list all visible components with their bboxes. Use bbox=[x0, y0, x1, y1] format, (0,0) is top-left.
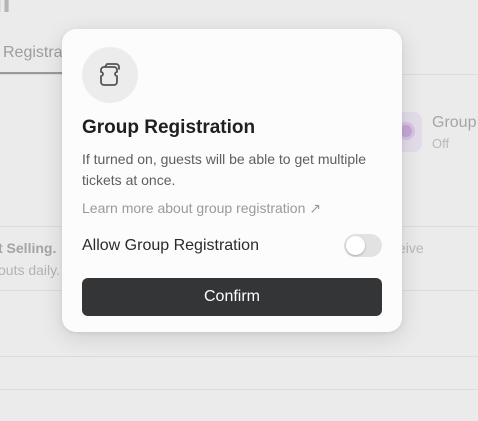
toggle-knob bbox=[346, 236, 365, 255]
allow-group-registration-toggle[interactable] bbox=[344, 234, 382, 257]
group-setting-status: Off bbox=[432, 136, 450, 151]
ticket-icon-container bbox=[82, 47, 138, 103]
allow-group-registration-label: Allow Group Registration bbox=[82, 237, 259, 254]
learn-more-link[interactable]: Learn more about group registration ↗ bbox=[82, 200, 321, 217]
dialog-description: If turned on, guests will be able to get… bbox=[82, 151, 367, 188]
group-setting-title[interactable]: Group bbox=[432, 114, 476, 132]
group-registration-dialog: Group Registration If turned on, guests … bbox=[62, 29, 402, 332]
selling-label: t Selling. bbox=[0, 240, 57, 256]
ticket-icon bbox=[100, 63, 120, 86]
payouts-text: outs daily. bbox=[0, 262, 60, 278]
page-title: ıl bbox=[0, 0, 11, 19]
tab-registration[interactable]: Registra bbox=[3, 44, 63, 62]
confirm-button[interactable]: Confirm bbox=[82, 278, 382, 316]
dialog-title: Group Registration bbox=[82, 117, 256, 138]
divider bbox=[0, 356, 478, 357]
divider bbox=[0, 389, 478, 390]
